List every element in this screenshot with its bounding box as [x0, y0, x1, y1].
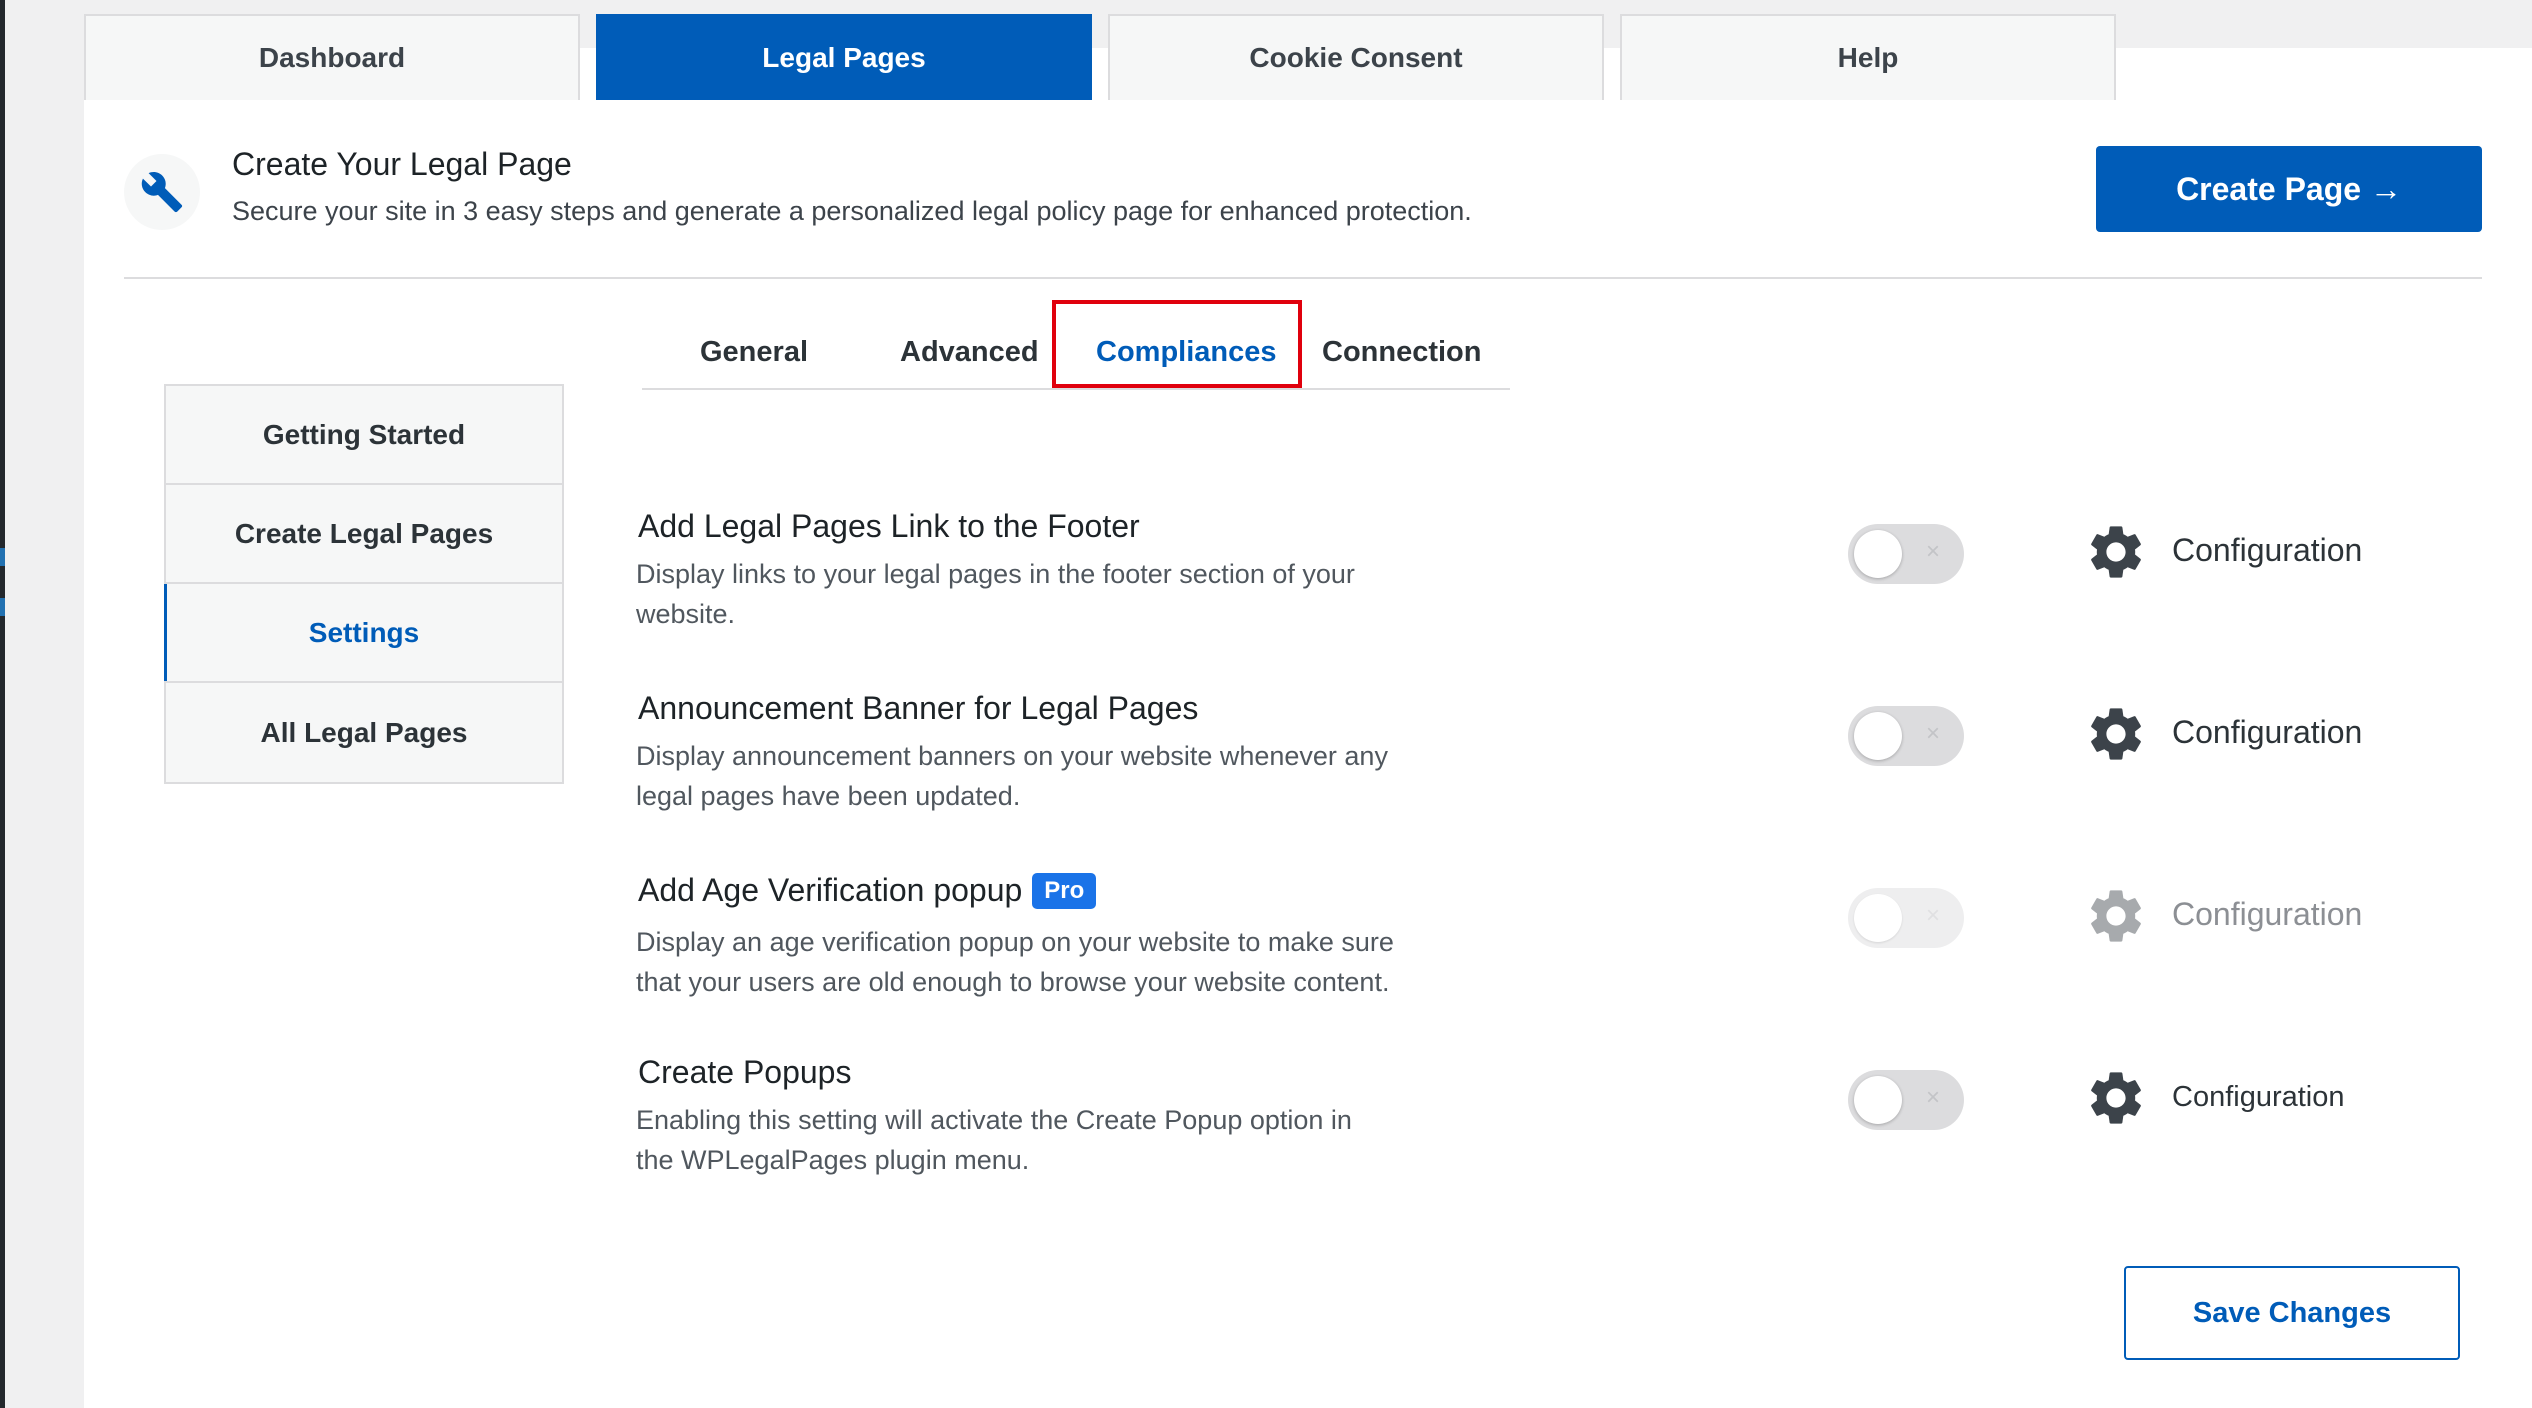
tab-legal-pages[interactable]: Legal Pages [596, 14, 1092, 100]
gear-icon[interactable] [2084, 1066, 2148, 1130]
side-menu-settings[interactable]: Settings [164, 584, 562, 683]
setting-title: Add Legal Pages Link to the Footer [638, 508, 1140, 545]
toggle-off-icon: × [1926, 538, 1941, 565]
admin-menu-indicator [0, 598, 5, 616]
create-popups-configuration[interactable]: Configuration [2172, 1081, 2345, 1114]
announcement-banner-configuration[interactable]: Configuration [2172, 714, 2362, 751]
footer-link-configuration[interactable]: Configuration [2172, 532, 2362, 569]
gear-icon [2091, 890, 2141, 942]
setting-title-text: Create Popups [638, 1054, 852, 1090]
create-page-button[interactable]: Create Page → [2096, 146, 2482, 232]
setting-title: Create Popups [638, 1054, 851, 1091]
toggle-knob [1854, 894, 1902, 942]
save-changes-button[interactable]: Save Changes [2124, 1266, 2460, 1360]
announcement-banner-toggle[interactable]: × [1848, 706, 1964, 766]
footer-link-toggle[interactable]: × [1848, 524, 1964, 584]
hero-icon-circle [124, 154, 200, 230]
tab-help[interactable]: Help [1620, 14, 2116, 100]
setting-title-text: Add Legal Pages Link to the Footer [638, 508, 1140, 544]
pro-badge: Pro [1032, 872, 1097, 909]
setting-title-text: Add Age Verification popup [638, 872, 1023, 908]
side-menu: Getting Started Create Legal Pages Setti… [164, 384, 564, 784]
setting-description: Display announcement banners on your web… [636, 741, 1388, 811]
hero-title: Create Your Legal Page [232, 146, 572, 182]
toggle-knob [1854, 1076, 1902, 1124]
admin-sidebar-edge [0, 0, 5, 1408]
subtab-advanced[interactable]: Advanced [900, 336, 1039, 369]
tab-dashboard[interactable]: Dashboard [84, 14, 580, 100]
side-menu-getting-started[interactable]: Getting Started [166, 386, 562, 485]
setting-title: Add Age Verification popup Pro [638, 872, 1097, 909]
age-verification-configuration: Configuration [2172, 896, 2363, 932]
setting-description: Enabling this setting will activate the … [636, 1105, 1352, 1175]
side-menu-create-legal-pages[interactable]: Create Legal Pages [166, 485, 562, 584]
subtab-general[interactable]: General [700, 336, 808, 369]
gear-icon[interactable] [2084, 702, 2148, 766]
toggle-knob [1854, 712, 1902, 760]
setting-title: Announcement Banner for Legal Pages [638, 690, 1198, 727]
admin-menu-indicator [0, 548, 5, 566]
wrench-icon [141, 172, 183, 213]
toggle-off-icon: × [1926, 1084, 1941, 1111]
setting-title-text: Announcement Banner for Legal Pages [638, 690, 1199, 726]
setting-description: Display links to your legal pages in the… [636, 559, 1355, 629]
age-verification-toggle: × [1848, 888, 1964, 948]
toggle-off-icon: × [1926, 902, 1941, 929]
toggle-knob [1854, 530, 1902, 578]
subtab-connection[interactable]: Connection [1322, 336, 1482, 369]
gear-icon[interactable] [2084, 520, 2148, 584]
sub-tabs-underline [642, 388, 1510, 390]
side-menu-all-legal-pages[interactable]: All Legal Pages [166, 683, 562, 782]
header-divider [124, 277, 2482, 279]
tab-cookie-consent[interactable]: Cookie Consent [1108, 14, 1604, 100]
compliances-highlight-box [1052, 300, 1302, 388]
toggle-off-icon: × [1926, 720, 1941, 747]
hero-subtitle: Secure your site in 3 easy steps and gen… [232, 196, 1472, 226]
setting-description: Display an age verification popup on you… [636, 927, 1394, 997]
create-popups-toggle[interactable]: × [1848, 1070, 1964, 1130]
